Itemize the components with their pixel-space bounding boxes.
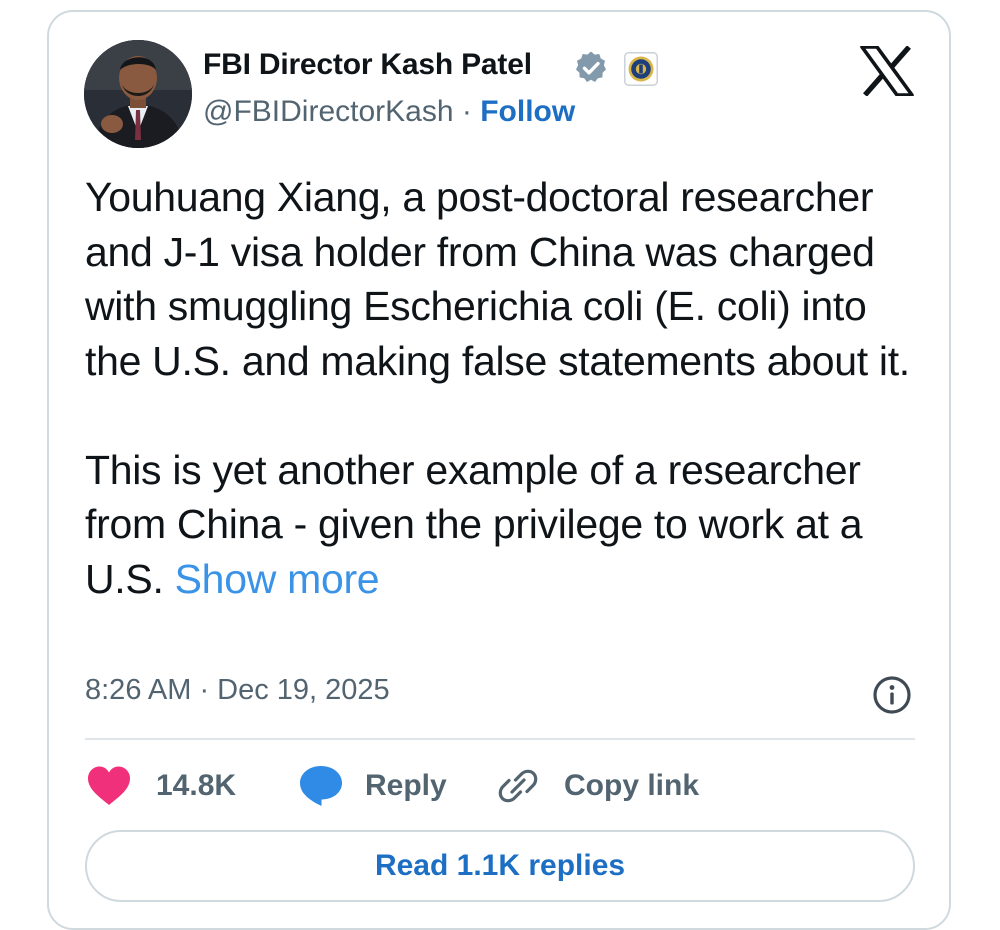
author-handle-row: @FBIDirectorKash · Follow [203, 95, 575, 129]
read-replies-label: Read 1.1K replies [374, 849, 626, 882]
copy-link-button[interactable]: Copy link [496, 762, 699, 810]
link-icon [498, 769, 538, 803]
show-more-link[interactable]: Show more [175, 556, 380, 602]
info-icon[interactable] [872, 675, 912, 715]
tweet-timestamp[interactable]: 8:26 AM · Dec 19, 2025 [85, 674, 390, 707]
read-replies-button[interactable]: Read 1.1K replies [85, 830, 915, 902]
tweet-paragraph-1: Youhuang Xiang, a post-doctoral research… [85, 174, 910, 384]
tweet-text: Youhuang Xiang, a post-doctoral research… [85, 170, 930, 606]
tweet-paragraph-2: This is yet another example of a researc… [85, 443, 930, 607]
reply-bubble-icon [300, 766, 342, 806]
copy-link-label: Copy link [564, 769, 700, 802]
author-display-name[interactable]: FBI Director Kash Patel [203, 48, 532, 82]
reply-label: Reply [365, 769, 447, 802]
like-count: 14.8K [156, 769, 237, 802]
author-handle[interactable]: @FBIDirectorKash [203, 95, 454, 128]
divider [85, 738, 915, 740]
reply-button[interactable]: Reply [298, 762, 447, 810]
profile-photo [84, 40, 192, 148]
x-logo-icon[interactable] [860, 46, 914, 96]
fbi-seal-icon [624, 52, 658, 86]
heart-icon [88, 766, 130, 805]
handle-separator: · [461, 95, 472, 128]
avatar[interactable] [84, 40, 192, 148]
like-button[interactable]: 14.8K [86, 762, 236, 810]
verified-badge-icon [576, 51, 606, 82]
follow-button[interactable]: Follow [480, 95, 575, 128]
